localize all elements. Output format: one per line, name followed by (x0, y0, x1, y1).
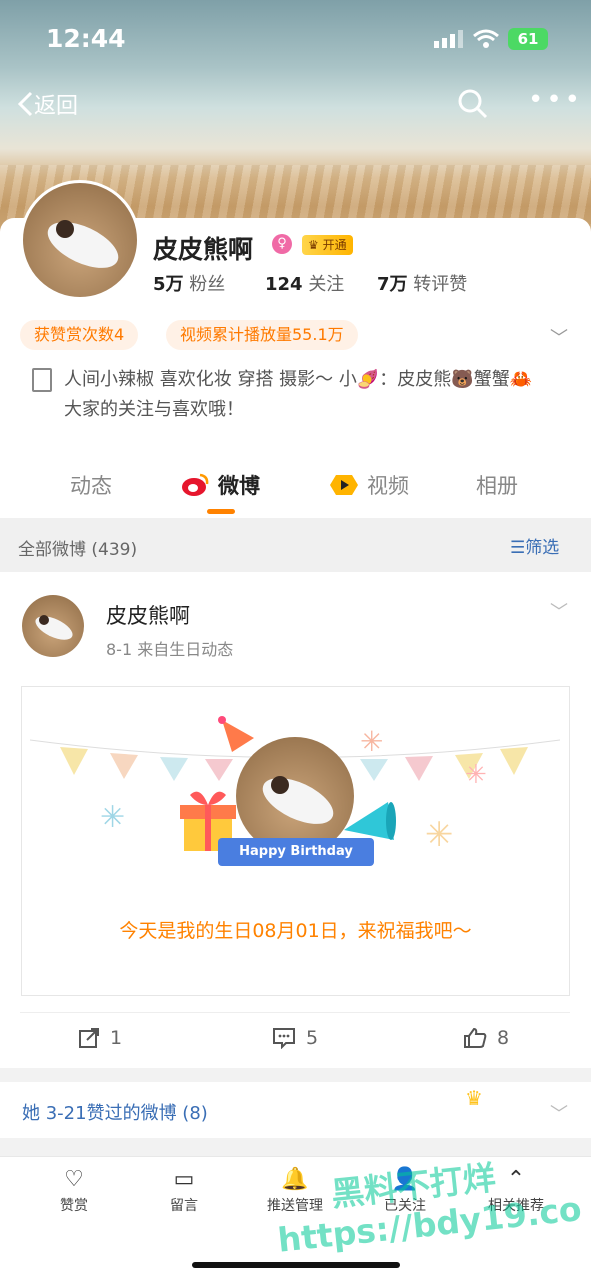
signal-icon (434, 30, 464, 52)
yen-heart-icon: ♡ (64, 1167, 84, 1192)
post-author-name[interactable]: 皮皮熊啊 (106, 600, 190, 630)
crown-icon: ♛ (308, 238, 319, 252)
chevron-down-icon[interactable]: ﹀ (550, 324, 568, 350)
divider (20, 1012, 570, 1013)
profile-avatar[interactable] (20, 180, 140, 300)
tab-feed[interactable]: 动态 (70, 470, 112, 500)
stat-value: 124 (265, 274, 303, 295)
sparkle-icon: ✳ (465, 760, 487, 790)
stat-label: 粉丝 (189, 274, 226, 295)
filter-button[interactable]: ☰筛选 (510, 533, 559, 558)
wifi-icon (472, 28, 500, 54)
female-icon: ♀ (272, 234, 292, 254)
sparkle-icon: ✳ (360, 725, 384, 758)
vip-label: 开通 (322, 238, 347, 252)
more-icon[interactable]: ••• (528, 87, 583, 113)
like-button[interactable]: 8 (463, 1027, 509, 1049)
bottom-tip-label: 赞赏 (60, 1198, 88, 1214)
post-meta: 8-1 来自生日动态 (106, 640, 234, 659)
message-icon: ▭ (173, 1167, 195, 1192)
crown-icon: ♛ (465, 1086, 483, 1110)
party-hat-icon (218, 716, 258, 760)
happy-birthday-ribbon: Happy Birthday (218, 838, 374, 866)
badge-video-plays[interactable]: 视频累计播放量55.1万 (166, 320, 358, 350)
repost-count: 1 (110, 1027, 123, 1049)
back-button[interactable]: 返回 (16, 88, 78, 120)
post-menu-chevron-icon[interactable]: ﹀ (550, 598, 568, 624)
chevron-down-icon[interactable]: ﹀ (550, 1100, 568, 1126)
active-tab-indicator (207, 509, 235, 514)
all-weibo-count: 全部微博 (439) (18, 540, 138, 560)
repost-button[interactable]: 1 (78, 1027, 122, 1049)
vip-open-button[interactable]: ♛ 开通 (302, 235, 353, 255)
tab-weibo[interactable]: 微博 (218, 470, 260, 500)
profile-name: 皮皮熊啊 (153, 235, 254, 264)
tab-album[interactable]: 相册 (476, 470, 518, 500)
document-icon (32, 368, 52, 392)
stat-engagement[interactable]: 7万 转评赞 (377, 270, 467, 296)
chevron-left-icon (17, 91, 33, 117)
stat-label: 转评赞 (413, 274, 468, 295)
back-label: 返回 (34, 94, 79, 119)
home-indicator (192, 1262, 400, 1268)
comment-button[interactable]: 5 (272, 1027, 318, 1049)
search-icon[interactable] (457, 88, 489, 124)
like-count: 8 (497, 1027, 510, 1049)
bottom-message-label: 留言 (170, 1198, 198, 1214)
battery-indicator: 61 (508, 28, 548, 50)
bottom-tip-button[interactable]: ♡ 赞赏 (24, 1165, 124, 1215)
status-time: 12:44 (46, 24, 126, 53)
comment-count: 5 (306, 1027, 319, 1049)
liked-weibo-label: 她 3-21赞过的微博 (8) (22, 1103, 208, 1124)
stat-following[interactable]: 124 关注 (265, 270, 344, 296)
bottom-message-button[interactable]: ▭ 留言 (134, 1165, 234, 1215)
repost-icon (79, 1028, 99, 1048)
thumbs-up-icon (464, 1027, 487, 1048)
sparkle-icon: ✳ (100, 800, 126, 835)
sparkle-icon: ✳ (425, 815, 454, 855)
comment-icon (273, 1028, 295, 1049)
video-icon (330, 473, 358, 501)
filter-label: 筛选 (525, 538, 560, 558)
weibo-logo-icon (180, 472, 210, 502)
post-author-avatar[interactable] (22, 595, 84, 657)
profile-bio: 人间小辣椒 喜欢化妆 穿搭 摄影～ 小🍠：皮皮熊🐻蟹蟹🦀大家的关注与喜欢哦！ (64, 369, 533, 420)
stat-value: 5万 (153, 274, 184, 295)
badge-tips[interactable]: 获赞赏次数4 (20, 320, 139, 350)
birthday-message: 今天是我的生日08月01日，来祝福我吧～ (119, 920, 472, 942)
filter-icon: ☰ (510, 538, 526, 558)
stat-value: 7万 (377, 274, 408, 295)
stat-label: 关注 (308, 274, 345, 295)
stat-fans[interactable]: 5万 粉丝 (153, 270, 225, 296)
tab-video[interactable]: 视频 (367, 470, 409, 500)
